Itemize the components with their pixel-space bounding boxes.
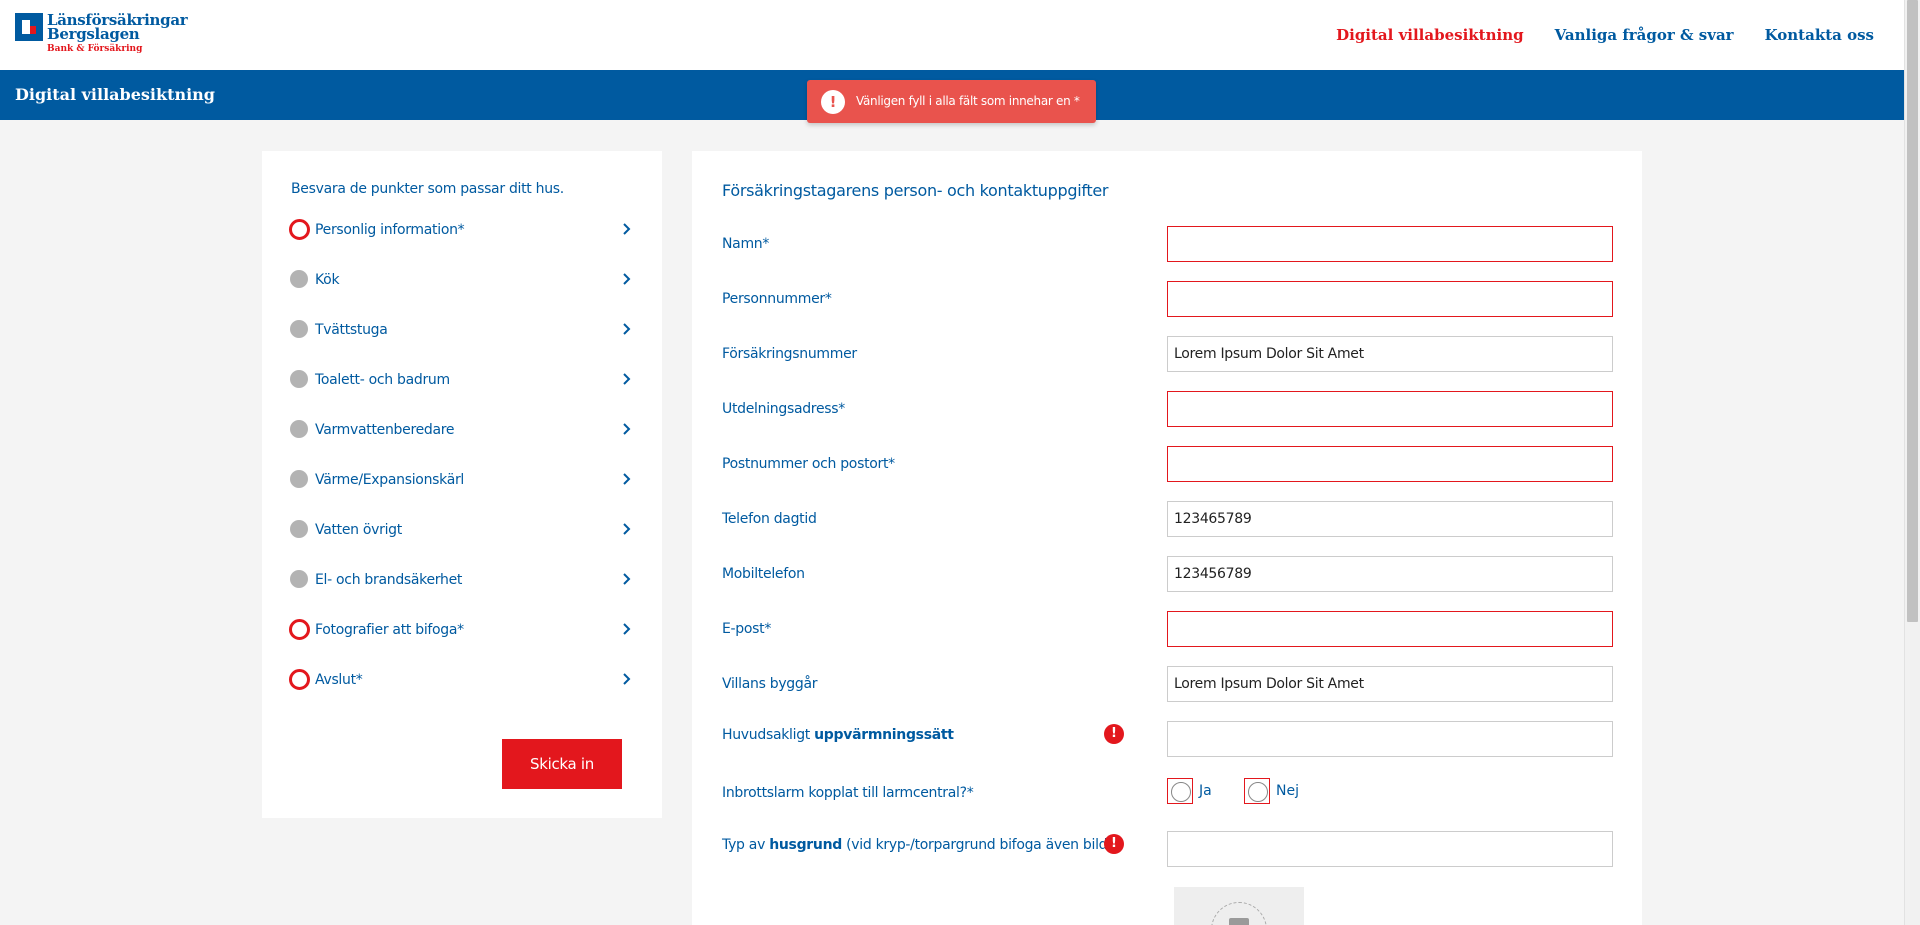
status-neutral-icon: [290, 270, 308, 288]
step-vatten-ovrigt[interactable]: Vatten övrigt: [290, 520, 634, 570]
toast-message: Vänligen fyll i alla fält som innehar en…: [856, 94, 1080, 108]
epost-label: E-post*: [722, 621, 772, 637]
status-open-icon: [289, 219, 310, 240]
adress-label: Utdelningsadress*: [722, 401, 845, 417]
larm-no-option[interactable]: Nej: [1244, 778, 1299, 804]
step-label: Varmvattenberedare: [315, 422, 455, 438]
byggar-label: Villans byggår: [722, 676, 818, 692]
postnummer-input[interactable]: [1167, 446, 1613, 482]
step-label: Tvättstuga: [315, 322, 388, 338]
step-label: Avslut*: [315, 672, 363, 688]
uppvarmning-input[interactable]: [1167, 721, 1613, 757]
step-toalett-badrum[interactable]: Toalett- och badrum: [290, 370, 634, 420]
forsakringsnummer-label: Försäkringsnummer: [722, 346, 857, 362]
step-varmvattenberedare[interactable]: Varmvattenberedare: [290, 420, 634, 470]
step-label: Värme/Expansionskärl: [315, 472, 465, 488]
nav-digital-villabesiktning[interactable]: Digital villabesiktning: [1336, 26, 1524, 44]
status-neutral-icon: [290, 570, 308, 588]
husgrund-label-pre: Typ av: [722, 837, 770, 853]
photo-upload[interactable]: [1174, 887, 1304, 925]
husgrund-label-post: (vid kryp-/torpargrund bifoga även bild): [841, 837, 1113, 853]
epost-input[interactable]: [1167, 611, 1613, 647]
status-neutral-icon: [290, 320, 308, 338]
uppvarmning-label: Huvudsakligt uppvärmningssätt: [722, 727, 954, 743]
chevron-right-icon: [623, 523, 631, 535]
nav-kontakta-oss[interactable]: Kontakta oss: [1765, 26, 1874, 44]
status-open-icon: [289, 669, 310, 690]
postnummer-label: Postnummer och postort*: [722, 456, 895, 472]
chevron-right-icon: [623, 223, 631, 235]
brand-logo[interactable]: Länsförsäkringar Bergslagen Bank & Försä…: [15, 13, 195, 57]
page-scrollbar[interactable]: [1904, 0, 1920, 925]
radio-button-icon[interactable]: [1167, 778, 1193, 804]
forsakringsnummer-input[interactable]: [1167, 336, 1613, 372]
status-open-icon: [289, 619, 310, 640]
page-title: Digital villabesiktning: [15, 85, 215, 104]
step-avslut[interactable]: Avslut*: [289, 669, 634, 720]
logo-line-3: Bank & Försäkring: [47, 44, 143, 54]
byggar-input[interactable]: [1167, 666, 1613, 702]
logo-line-2: Bergslagen: [47, 25, 140, 43]
top-header: Länsförsäkringar Bergslagen Bank & Försä…: [0, 0, 1904, 70]
uppvarmning-label-bold: uppvärmningssätt: [814, 727, 954, 743]
uppvarmning-label-pre: Huvudsakligt: [722, 727, 815, 743]
step-label: Toalett- och badrum: [315, 372, 450, 388]
telefon-input[interactable]: [1167, 501, 1613, 537]
namn-label: Namn*: [722, 236, 770, 252]
step-label: El- och brandsäkerhet: [315, 572, 463, 588]
step-label: Kök: [315, 272, 340, 288]
larm-label: Inbrottslarm kopplat till larmcentral?*: [722, 785, 974, 801]
form-panel: Försäkringstagarens person- och kontaktu…: [692, 151, 1642, 925]
chevron-right-icon: [623, 623, 631, 635]
chevron-right-icon: [623, 473, 631, 485]
husgrund-label: Typ av husgrund (vid kryp-/torpargrund b…: [722, 837, 1113, 853]
step-label: Fotografier att bifoga*: [315, 622, 464, 638]
info-warning-icon[interactable]: !: [1104, 724, 1124, 744]
chevron-right-icon: [623, 423, 631, 435]
step-varme-expansionskarl[interactable]: Värme/Expansionskärl: [290, 470, 634, 520]
camera-icon: [1229, 918, 1249, 925]
chevron-right-icon: [623, 273, 631, 285]
status-neutral-icon: [290, 520, 308, 538]
logo-mark-icon: [15, 13, 43, 41]
info-warning-icon[interactable]: !: [1104, 834, 1124, 854]
status-neutral-icon: [290, 470, 308, 488]
nav-faq[interactable]: Vanliga frågor & svar: [1555, 26, 1734, 44]
step-personlig-information[interactable]: Personlig information*: [289, 219, 634, 270]
mobil-label: Mobiltelefon: [722, 566, 805, 582]
steps-heading: Besvara de punkter som passar ditt hus.: [291, 181, 564, 197]
larm-yes-option[interactable]: Ja: [1167, 778, 1212, 804]
husgrund-input[interactable]: [1167, 831, 1613, 867]
personnummer-input[interactable]: [1167, 281, 1613, 317]
step-kok[interactable]: Kök: [290, 270, 634, 320]
form-heading: Försäkringstagarens person- och kontaktu…: [722, 181, 1109, 200]
adress-input[interactable]: [1167, 391, 1613, 427]
error-toast: ! Vänligen fyll i alla fält som innehar …: [807, 80, 1096, 123]
chevron-right-icon: [623, 573, 631, 585]
step-label: Vatten övrigt: [315, 522, 402, 538]
mobil-input[interactable]: [1167, 556, 1613, 592]
submit-button[interactable]: Skicka in: [502, 739, 622, 789]
chevron-right-icon: [623, 373, 631, 385]
step-label: Personlig information*: [315, 222, 465, 238]
status-neutral-icon: [290, 420, 308, 438]
step-fotografier[interactable]: Fotografier att bifoga*: [289, 619, 634, 670]
chevron-right-icon: [623, 673, 631, 685]
scrollbar-thumb[interactable]: [1907, 0, 1918, 622]
larm-no-label: Nej: [1276, 783, 1299, 799]
step-tvattstuga[interactable]: Tvättstuga: [290, 320, 634, 370]
larm-yes-label: Ja: [1199, 783, 1212, 799]
status-neutral-icon: [290, 370, 308, 388]
husgrund-label-bold: husgrund: [769, 837, 842, 853]
steps-panel: Besvara de punkter som passar ditt hus. …: [262, 151, 662, 818]
radio-button-icon[interactable]: [1244, 778, 1270, 804]
telefon-label: Telefon dagtid: [722, 511, 817, 527]
main-nav: Digital villabesiktning Vanliga frågor &…: [1336, 26, 1874, 44]
steps-list: Personlig information* Kök Tvättstuga To…: [289, 219, 634, 720]
personnummer-label: Personnummer*: [722, 291, 832, 307]
chevron-right-icon: [623, 323, 631, 335]
namn-input[interactable]: [1167, 226, 1613, 262]
exclamation-icon: !: [821, 90, 845, 114]
step-el-brandsakerhet[interactable]: El- och brandsäkerhet: [290, 570, 634, 620]
